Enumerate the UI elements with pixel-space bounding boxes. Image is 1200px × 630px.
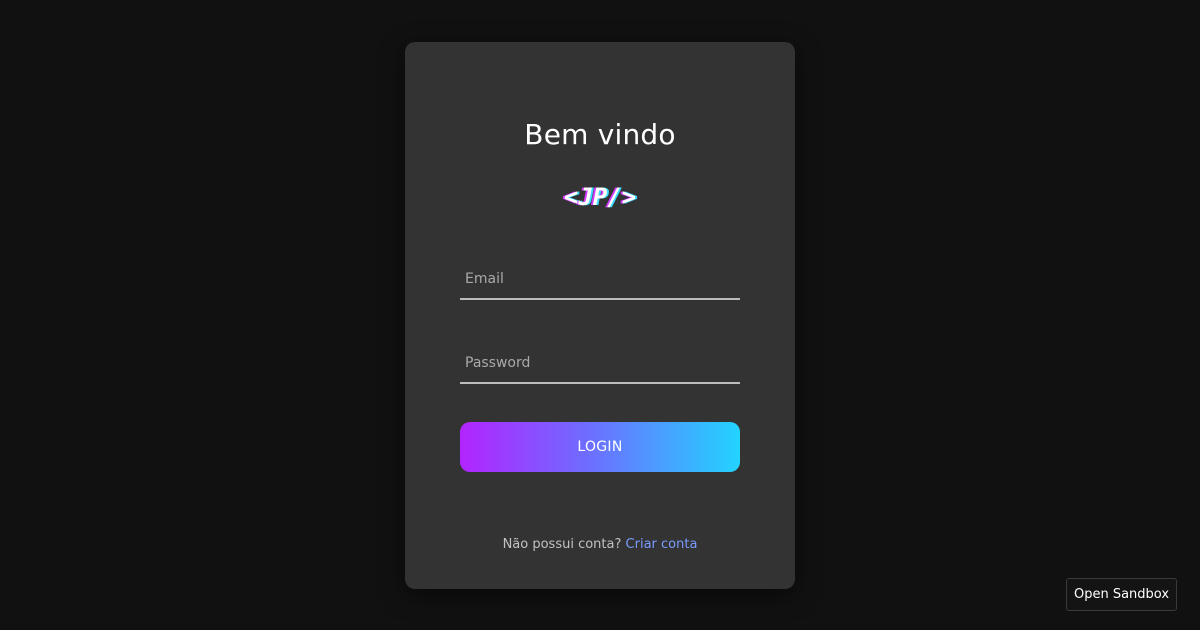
open-sandbox-button[interactable]: Open Sandbox [1066, 578, 1177, 611]
login-button[interactable]: LOGIN [460, 422, 740, 472]
create-account-link[interactable]: Criar conta [626, 537, 698, 552]
signup-prompt-text: Não possui conta? [502, 537, 622, 552]
signup-prompt: Não possui conta? Criar conta [405, 537, 795, 552]
jp-logo: <JP/> [563, 183, 637, 211]
login-card: Bem vindo <JP/> LOGIN Não possui conta? … [405, 42, 795, 589]
page: Bem vindo <JP/> LOGIN Não possui conta? … [0, 0, 1200, 630]
password-field-wrapper [460, 344, 740, 384]
password-input[interactable] [460, 344, 740, 382]
welcome-title: Bem vindo [524, 118, 676, 151]
email-field-wrapper [460, 260, 740, 300]
email-input[interactable] [460, 260, 740, 298]
